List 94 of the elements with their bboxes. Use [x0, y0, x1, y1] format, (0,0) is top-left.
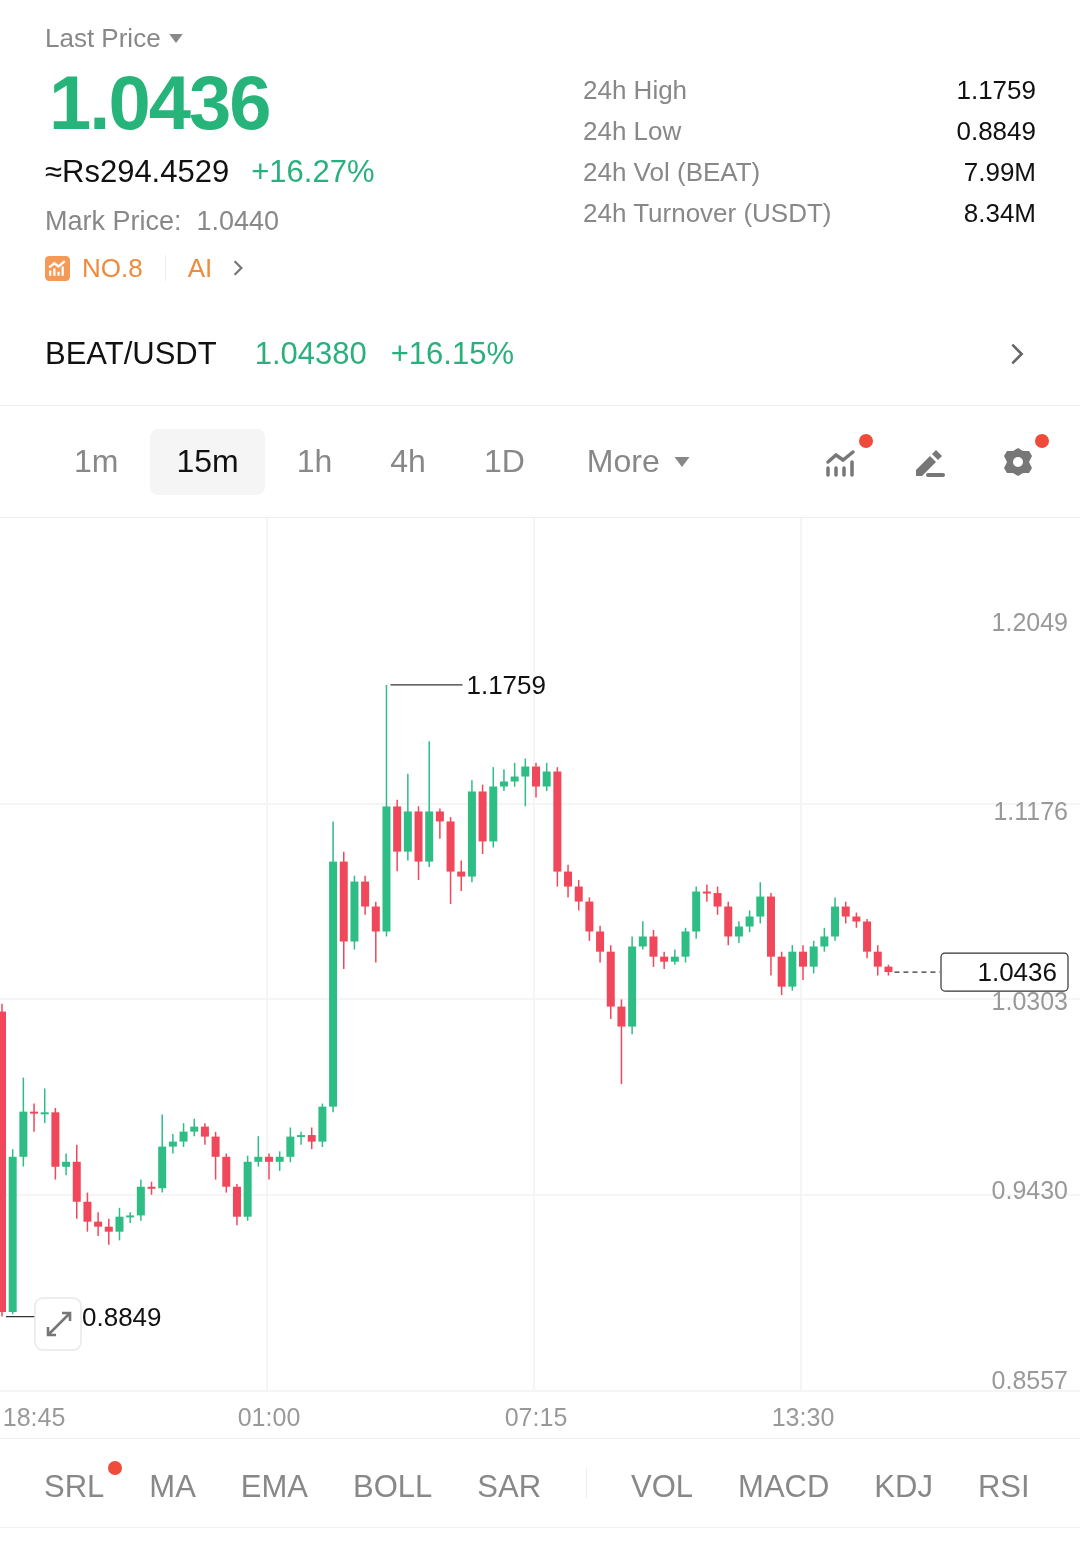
- pair-row[interactable]: BEAT/USDT 1.04380 +16.15%: [0, 302, 1080, 406]
- candlestick: [307, 1126, 316, 1150]
- caret-icon: [673, 456, 690, 467]
- price-axis-label: 1.1176: [993, 797, 1068, 826]
- candlestick: [265, 1152, 273, 1181]
- caret-icon: [168, 33, 183, 43]
- price-axis-label: 1.2049: [991, 607, 1068, 636]
- stat-label: 24h Vol (BEAT): [583, 156, 762, 188]
- candlestick: [297, 1131, 306, 1146]
- candlestick: [596, 924, 605, 964]
- candlestick: [62, 1152, 71, 1176]
- time-axis-label: 13:30: [771, 1403, 835, 1431]
- candlestick: [211, 1131, 220, 1181]
- candlestick: [115, 1207, 124, 1242]
- candlestick: [40, 1087, 49, 1124]
- interval-tab[interactable]: 1h: [270, 428, 359, 495]
- candlestick: [286, 1126, 295, 1163]
- candlestick: [457, 859, 466, 892]
- stat-value: 7.99M: [962, 156, 1036, 188]
- time-axis-label: 18:45: [2, 1403, 66, 1431]
- candlestick: [756, 881, 765, 925]
- candlestick: [745, 909, 754, 933]
- candlestick: [564, 864, 573, 899]
- ai-link[interactable]: AI: [187, 252, 213, 284]
- candlestick: [521, 757, 530, 807]
- candlestick: [617, 998, 626, 1085]
- stat-label: 24h Low: [583, 115, 683, 147]
- candlestick: [254, 1135, 263, 1168]
- indicator-tab[interactable]: BOLL: [353, 1461, 451, 1505]
- interval-tab[interactable]: 1D: [457, 428, 551, 495]
- indicator-tab[interactable]: EMA: [240, 1461, 326, 1505]
- candlestick: [532, 762, 540, 799]
- interval-tab[interactable]: 15m: [150, 428, 265, 495]
- candlestick: [275, 1150, 284, 1172]
- candlestick: [841, 901, 850, 925]
- indicator-tab[interactable]: VOL: [631, 1461, 712, 1505]
- more-dropdown[interactable]: More: [560, 428, 716, 495]
- candlestick: [734, 920, 743, 944]
- candlestick: [126, 1211, 135, 1224]
- candlestick: [702, 883, 711, 903]
- interval-tab[interactable]: 1m: [48, 428, 145, 495]
- candlestick: [200, 1122, 209, 1146]
- pair-change: +16.15%: [390, 335, 515, 372]
- candlestick: [799, 944, 807, 981]
- mark-price: Mark Price: 1.0440: [45, 205, 281, 238]
- pair-price: 1.04380: [254, 335, 367, 372]
- time-axis-label: 01:00: [237, 1403, 301, 1431]
- chevron-right-icon[interactable]: [232, 259, 245, 277]
- stat-value: 1.1759: [956, 74, 1036, 106]
- chart-icon: [45, 255, 70, 281]
- stat-label: 24h Turnover (USDT): [583, 197, 833, 229]
- price-type-dropdown[interactable]: Last Price: [45, 18, 183, 58]
- candlestick: [510, 762, 519, 788]
- price-change: +16.27%: [251, 154, 375, 190]
- candlestick: [190, 1118, 199, 1137]
- indicator-chart-icon[interactable]: [824, 431, 874, 478]
- current-price-tag: 1.0436: [940, 952, 1069, 992]
- last-price: 1.0436: [49, 59, 271, 147]
- price-axis-label: 0.9430: [991, 1176, 1068, 1205]
- candlestick: [873, 944, 882, 977]
- price-marker: 0.8849: [82, 1301, 162, 1332]
- stat-value: 8.34M: [962, 197, 1036, 229]
- candlestick: [649, 929, 658, 968]
- candlestick: [94, 1211, 103, 1237]
- rank-label[interactable]: NO.8: [82, 252, 143, 284]
- interval-tab[interactable]: 4h: [364, 428, 452, 495]
- leader-line: [893, 971, 941, 973]
- price-axis-label: 0.8557: [991, 1365, 1068, 1394]
- indicator-tab[interactable]: MACD: [738, 1461, 848, 1505]
- candlestick: [435, 807, 444, 840]
- candlestick: [809, 940, 818, 975]
- candlestick: [542, 762, 551, 792]
- time-axis-label: 07:15: [504, 1403, 568, 1431]
- indicator-tab[interactable]: RSI: [977, 1461, 1048, 1505]
- price-marker: 1.1759: [466, 669, 546, 700]
- pair-symbol: BEAT/USDT: [45, 335, 217, 372]
- candlestick: [574, 879, 583, 912]
- candlestick: [168, 1133, 177, 1155]
- candlestick: [30, 1102, 39, 1133]
- expand-button[interactable]: [34, 1297, 82, 1351]
- candlestick: [83, 1191, 92, 1233]
- stat-label: 24h High: [583, 74, 689, 106]
- indicator-tab[interactable]: SRL: [44, 1461, 123, 1505]
- fiat-price: ≈Rs294.4529: [45, 154, 230, 190]
- stat-value: 0.8849: [956, 115, 1036, 147]
- candlestick: [660, 950, 669, 970]
- indicator-tab[interactable]: SAR: [477, 1461, 560, 1505]
- candlestick: [179, 1122, 188, 1148]
- candlestick: [713, 885, 722, 916]
- candlestick: [104, 1217, 113, 1246]
- indicator-tab[interactable]: KDJ: [874, 1461, 951, 1505]
- indicator-tab[interactable]: MA: [149, 1461, 214, 1505]
- candlestick: [638, 920, 647, 951]
- candlestick: [820, 927, 829, 953]
